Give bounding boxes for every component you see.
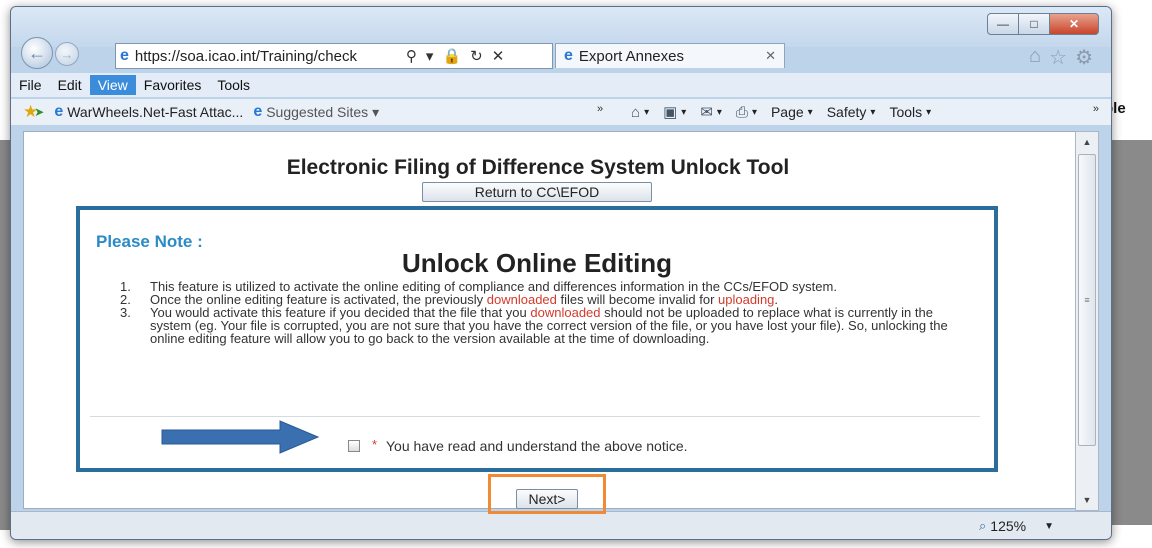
menu-bar: File Edit View Favorites Tools <box>11 73 1111 97</box>
acknowledge-label: You have read and understand the above n… <box>386 438 688 454</box>
menu-favorites[interactable]: Favorites <box>136 75 210 95</box>
rss-feed-icon[interactable]: ▣ <box>663 103 677 121</box>
forward-button[interactable]: → <box>55 42 79 66</box>
ie-page-icon: e <box>120 47 129 64</box>
unlock-heading: Unlock Online Editing <box>401 248 673 278</box>
gear-icon[interactable]: ⚙ <box>1075 45 1093 70</box>
home-icon[interactable]: ⌂ <box>1029 45 1041 70</box>
lock-icon[interactable]: 🔒 <box>442 47 461 65</box>
favorite-label: Suggested Sites <box>266 104 369 120</box>
menu-file[interactable]: File <box>11 75 50 95</box>
scroll-up-icon[interactable]: ▲ <box>1076 134 1098 150</box>
return-button[interactable]: Return to CC\EFOD <box>422 182 652 202</box>
home-icon[interactable]: ⌂ <box>631 104 640 121</box>
required-marker: * <box>372 437 378 452</box>
favorite-label: WarWheels.Net-Fast Attac... <box>67 104 244 120</box>
list-item: 3. You would activate this feature if yo… <box>120 306 960 345</box>
ie-favorite-icon: e <box>253 103 263 120</box>
favorites-overflow-chevron-icon[interactable]: » <box>597 103 603 115</box>
favorites-bar: ★ ➤ e WarWheels.Net-Fast Attac... e Sugg… <box>11 99 1111 125</box>
acknowledge-checkbox[interactable] <box>348 440 360 452</box>
menu-tools[interactable]: Tools <box>209 75 258 95</box>
chevron-down-icon[interactable]: ▾ <box>808 107 813 118</box>
next-button[interactable]: Next> <box>516 489 578 509</box>
chevron-down-icon[interactable]: ▾ <box>717 107 722 118</box>
stop-icon[interactable]: ✕ <box>492 47 505 65</box>
page-title: Electronic Filing of Difference System U… <box>286 156 790 179</box>
title-bar <box>11 7 1111 47</box>
close-window-button[interactable]: ✕ <box>1049 13 1099 35</box>
background-page-right <box>1108 140 1152 525</box>
dropdown-arrow-icon[interactable]: ▾ <box>426 47 434 65</box>
menu-view[interactable]: View <box>89 75 136 95</box>
command-safety[interactable]: Safety <box>827 104 867 120</box>
notice-list: 1. This feature is utilized to activate … <box>120 280 960 345</box>
search-icon[interactable]: ⚲ <box>406 47 417 65</box>
command-page[interactable]: Page <box>771 104 804 120</box>
ie-favorite-icon: e <box>54 103 64 120</box>
tab-ie-icon: e <box>564 47 573 64</box>
chevron-down-icon[interactable]: ▾ <box>870 107 875 118</box>
status-bar: ⌕ 125% ▼ <box>11 511 1111 539</box>
chevron-down-icon[interactable]: ▾ <box>681 107 686 118</box>
menu-edit[interactable]: Edit <box>50 75 90 95</box>
favorite-link-warwheels[interactable]: e WarWheels.Net-Fast Attac... <box>54 103 243 121</box>
chevron-down-icon: ▾ <box>368 103 380 120</box>
chevron-down-icon[interactable]: ▾ <box>752 107 757 118</box>
minimize-button[interactable]: — <box>987 13 1019 35</box>
favorites-star-icon[interactable]: ☆ <box>1049 45 1067 70</box>
divider <box>90 416 980 417</box>
browser-tab[interactable]: e Export Annexes ✕ <box>555 43 785 68</box>
back-button[interactable]: ← <box>21 37 53 69</box>
address-bar[interactable]: e https://soa.icao.int/Training/check ⚲ … <box>115 43 553 69</box>
scroll-down-icon[interactable]: ▼ <box>1076 492 1098 508</box>
chevron-down-icon[interactable]: ▾ <box>926 107 931 118</box>
command-overflow-chevron-icon[interactable]: » <box>1093 103 1099 115</box>
refresh-icon[interactable]: ↻ <box>470 47 483 65</box>
mail-icon[interactable]: ✉ <box>700 103 713 121</box>
scrollbar-thumb[interactable]: ≡ <box>1078 154 1096 446</box>
add-favorite-arrow-icon[interactable]: ➤ <box>34 105 44 119</box>
tab-close-icon[interactable]: ✕ <box>765 48 776 64</box>
chevron-down-icon[interactable]: ▼ <box>1044 521 1054 532</box>
zoom-icon: ⌕ <box>979 518 987 533</box>
pointer-arrow-icon <box>161 420 320 454</box>
zoom-control[interactable]: ⌕ 125% ▼ <box>979 518 1054 534</box>
chevron-down-icon[interactable]: ▾ <box>644 107 649 118</box>
maximize-button[interactable]: □ <box>1018 13 1050 35</box>
zoom-level: 125% <box>990 518 1027 534</box>
grip-icon: ≡ <box>1084 295 1090 305</box>
print-icon[interactable]: ⎙ <box>736 104 748 121</box>
favorite-link-suggested-sites[interactable]: e Suggested Sites ▾ <box>253 103 379 121</box>
list-number: 3. <box>120 305 131 320</box>
vertical-scrollbar[interactable]: ▲ ≡ ▼ <box>1075 131 1099 511</box>
browser-toolbar-icons: ⌂ ☆ ⚙ <box>1021 45 1093 70</box>
notice-box: Please Note : Unlock Online Editing 1. T… <box>76 206 998 472</box>
command-tools[interactable]: Tools <box>889 104 922 120</box>
command-bar: ⌂ ▾ ▣ ▾ ✉ ▾ ⎙ ▾ Page ▾ Safety ▾ Tools ▾ <box>631 99 945 125</box>
tab-title: Export Annexes <box>578 47 684 65</box>
url-text[interactable]: https://soa.icao.int/Training/check <box>135 48 400 65</box>
address-bar-tools: ⚲ ▾ 🔒 ↻ ✕ <box>406 47 513 65</box>
window-controls: — □ ✕ <box>987 13 1099 35</box>
